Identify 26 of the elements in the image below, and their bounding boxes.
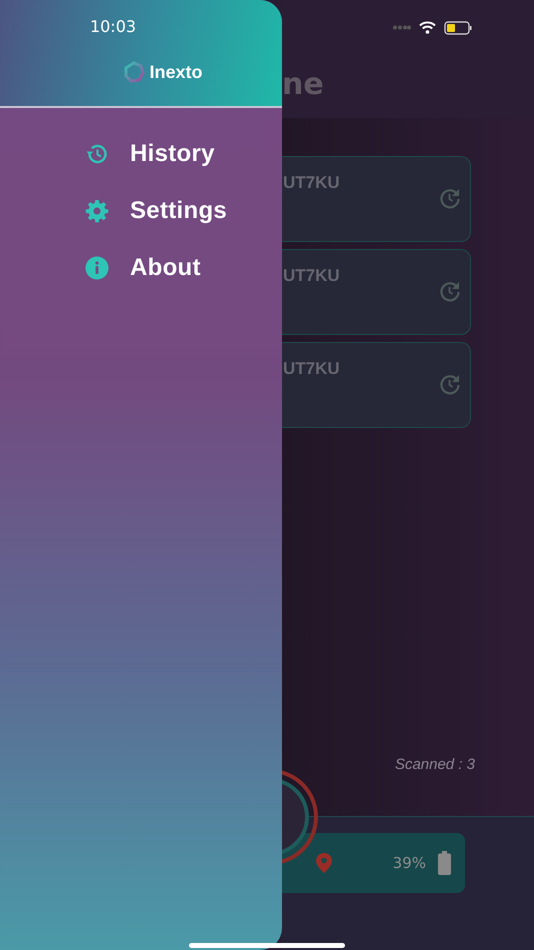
scan-code: UT7KU xyxy=(283,359,340,379)
location-pin-icon xyxy=(315,852,333,874)
menu-label: Settings xyxy=(130,197,228,225)
signal-icon xyxy=(393,25,411,30)
menu-item[interactable]: History xyxy=(85,131,215,177)
ring-logo-icon xyxy=(123,61,146,83)
wifi-icon xyxy=(419,21,436,34)
battery-percent: 39% xyxy=(392,854,426,872)
scan-code: UT7KU xyxy=(283,266,340,286)
menu-item[interactable]: About xyxy=(85,245,201,291)
scan-code: UT7KU xyxy=(283,173,340,193)
scanned-count: Scanned : 3 xyxy=(394,756,475,773)
refresh-icon[interactable] xyxy=(439,280,461,302)
menu-label: History xyxy=(130,140,215,168)
screen-title: ne xyxy=(282,68,324,102)
status-time: 10:03 xyxy=(90,17,136,36)
history-icon xyxy=(85,142,109,166)
info-icon xyxy=(85,256,109,280)
refresh-icon[interactable] xyxy=(439,187,461,209)
menu-item[interactable]: Settings xyxy=(85,188,228,234)
menu-label: About xyxy=(130,254,201,282)
gear-icon xyxy=(85,199,109,223)
battery-icon xyxy=(444,20,472,34)
refresh-icon[interactable] xyxy=(439,373,461,395)
battery-icon xyxy=(438,851,451,875)
brand-name: Inexto xyxy=(149,62,202,82)
